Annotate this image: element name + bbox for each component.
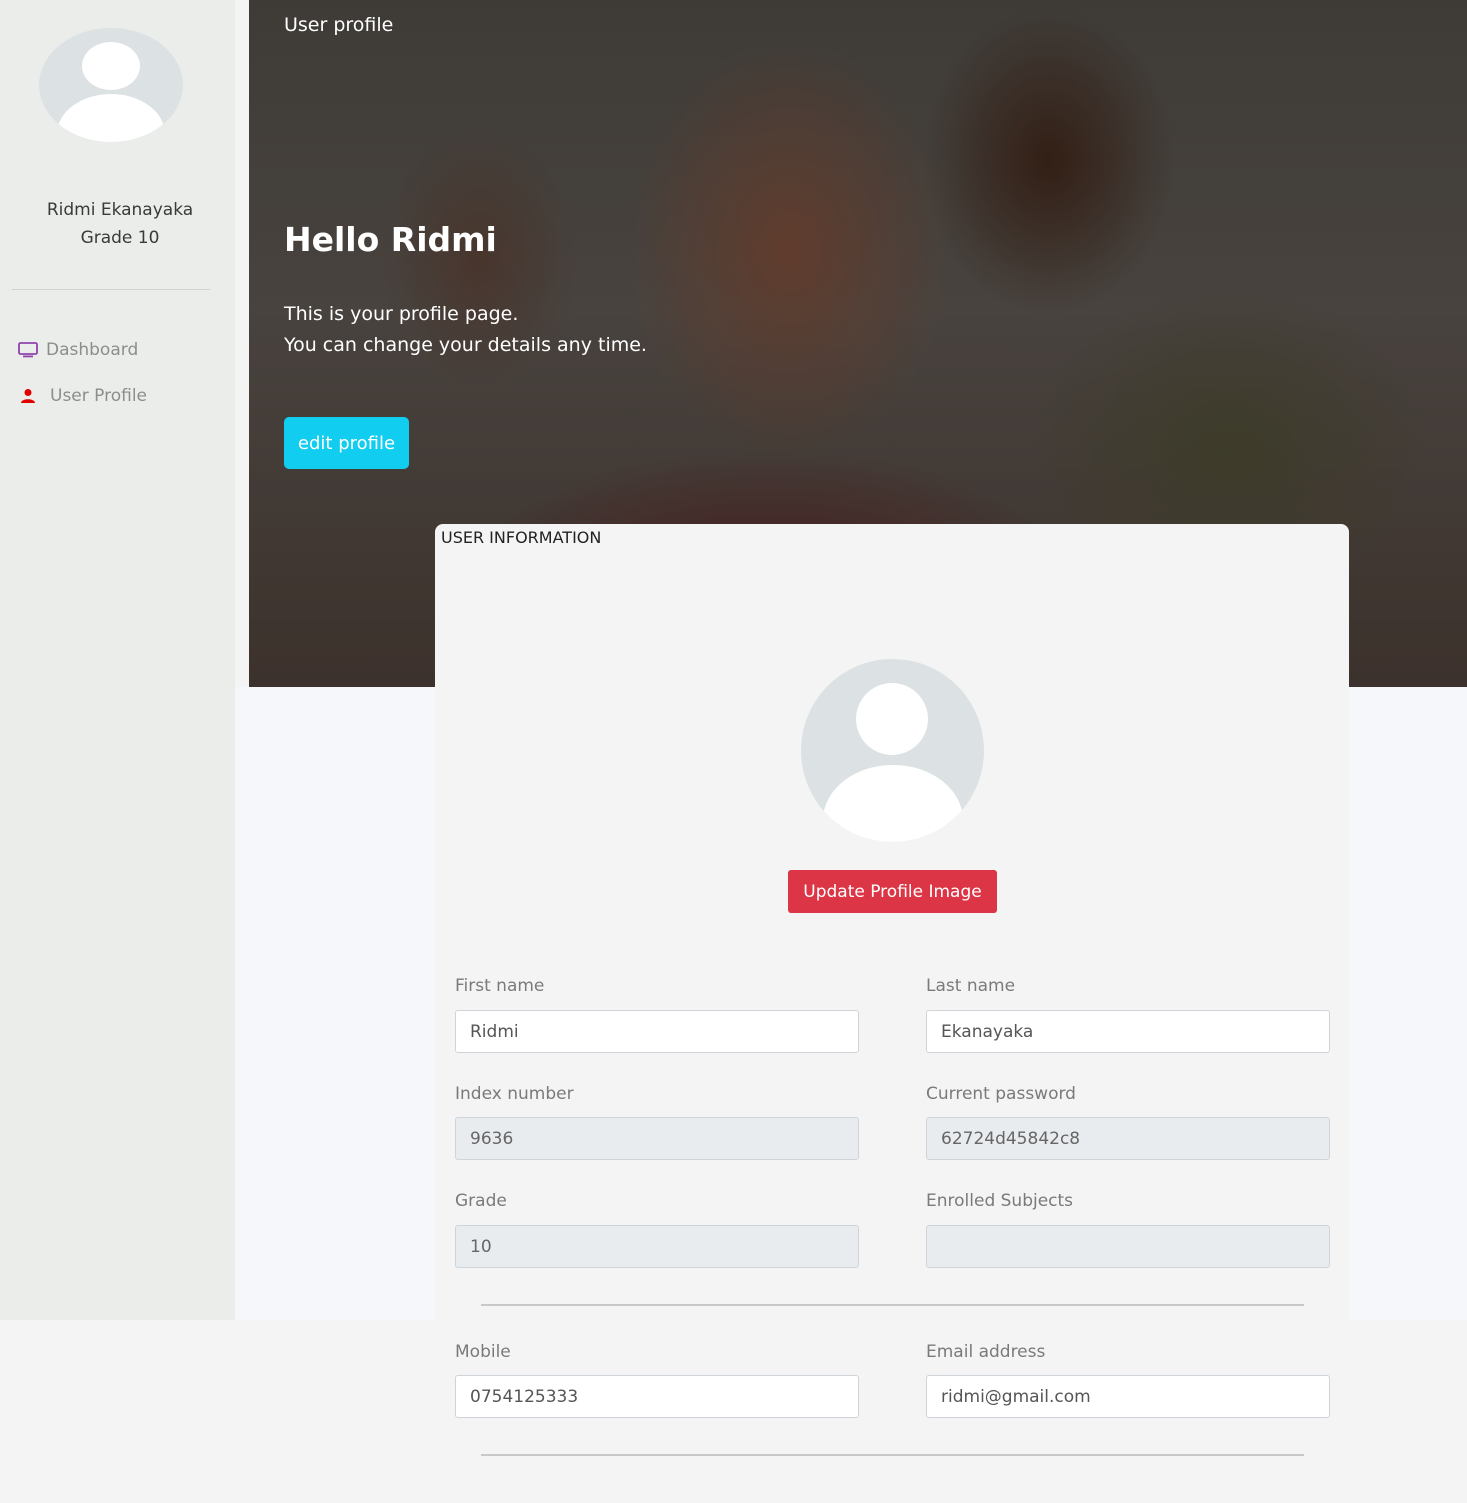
mobile-label: Mobile — [455, 1342, 511, 1362]
sidebar-item-user-profile[interactable]: User Profile — [18, 383, 147, 409]
greeting-heading: Hello Ridmi — [284, 220, 497, 259]
enrolled-subjects-label: Enrolled Subjects — [926, 1191, 1074, 1211]
page-title: User profile — [284, 14, 394, 36]
first-name-input[interactable]: Ridmi — [455, 1010, 859, 1053]
sidebar-item-dashboard[interactable]: Dashboard — [18, 337, 138, 363]
enrolled-subjects-input — [926, 1225, 1330, 1268]
mobile-input[interactable]: 0754125333 — [455, 1375, 859, 1418]
first-name-label: First name — [455, 976, 545, 996]
user-icon — [21, 389, 35, 403]
sidebar-item-label: Dashboard — [46, 340, 139, 360]
form-divider — [481, 1454, 1304, 1456]
avatar-body — [57, 94, 165, 142]
last-name-input[interactable]: Ekanayaka — [926, 1010, 1330, 1053]
card-header: USER INFORMATION — [441, 528, 602, 547]
sidebar-divider — [12, 289, 210, 290]
grade-label: Grade — [455, 1191, 507, 1211]
avatar-body — [823, 765, 963, 842]
sidebar-user-name: Ridmi Ekanayaka — [46, 200, 194, 220]
hero-description-line-2: You can change your details any time. — [284, 334, 647, 356]
avatar — [39, 28, 183, 142]
current-password-input: 62724d45842c8 — [926, 1117, 1330, 1160]
profile-image — [801, 659, 984, 842]
user-information-card: USER INFORMATION Update Profile Image — [435, 524, 1349, 1320]
avatar-head — [82, 42, 140, 90]
current-password-label: Current password — [926, 1084, 1076, 1104]
index-number-label: Index number — [455, 1084, 574, 1104]
sidebar-user-grade: Grade 10 — [80, 228, 160, 248]
email-label: Email address — [926, 1342, 1046, 1362]
last-name-label: Last name — [926, 976, 1016, 996]
avatar-head — [856, 683, 928, 755]
sidebar: Ridmi Ekanayaka Grade 10 Dashboard User … — [0, 0, 235, 1320]
hero-description-line-1: This is your profile page. — [284, 303, 519, 325]
edit-profile-button[interactable]: edit profile — [284, 417, 409, 469]
update-profile-image-button[interactable]: Update Profile Image — [788, 870, 997, 913]
index-number-input: 9636 — [455, 1117, 859, 1160]
sidebar-item-label: User Profile — [50, 386, 148, 406]
email-input[interactable]: ridmi@gmail.com — [926, 1375, 1330, 1418]
form-divider — [481, 1304, 1304, 1306]
monitor-icon — [18, 342, 38, 358]
grade-input: 10 — [455, 1225, 859, 1268]
